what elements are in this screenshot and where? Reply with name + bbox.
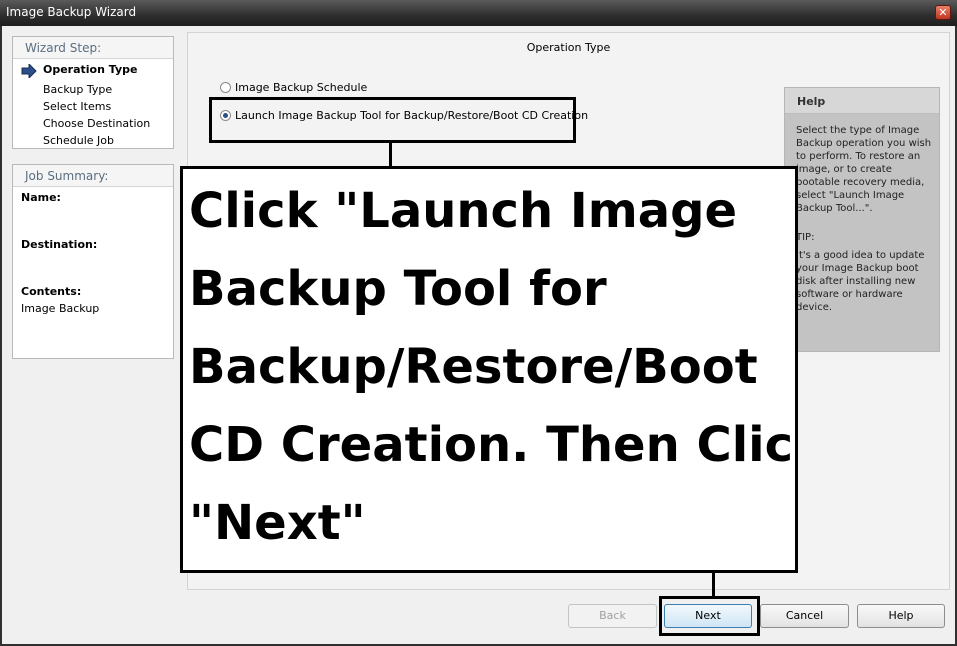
step-operation-type: Operation Type [43, 63, 138, 76]
help-tip-text: It's a good idea to update your Image Ba… [796, 250, 925, 313]
window-title: Image Backup Wizard [6, 5, 137, 19]
title-bar: Image Backup Wizard ✕ [0, 0, 957, 26]
option-image-backup-schedule[interactable]: Image Backup Schedule [220, 81, 367, 94]
job-summary-panel: Job Summary: Name: Destination: Contents… [12, 164, 174, 359]
option-label: Image Backup Schedule [235, 81, 368, 94]
help-button[interactable]: Help [857, 604, 945, 628]
help-text: Select the type of Image Backup operatio… [796, 125, 932, 214]
back-button[interactable]: Back [568, 604, 657, 628]
wizard-step-heading: Wizard Step: [13, 37, 173, 59]
annotation-connector-bottom [712, 573, 715, 597]
step-select-items: Select Items [43, 100, 112, 113]
operation-type-heading: Operation Type [526, 41, 611, 54]
summary-contents-value: Image Backup [21, 302, 100, 315]
annotation-highlight-option [209, 97, 576, 143]
annotation-text: Click "Launch Image Backup Tool for Back… [189, 183, 795, 551]
help-tip-label: TIP: [796, 232, 815, 243]
step-schedule-job: Schedule Job [43, 134, 115, 147]
annotation-callout: Click "Launch Image Backup Tool for Back… [180, 166, 798, 573]
summary-destination-label: Destination: [21, 238, 98, 251]
cancel-button[interactable]: Cancel [760, 604, 849, 628]
close-icon[interactable]: ✕ [935, 5, 951, 20]
radio-image-backup-schedule[interactable] [220, 82, 231, 93]
summary-contents-label: Contents: [21, 285, 82, 298]
help-title: Help [785, 88, 939, 114]
current-step-arrow-icon [21, 64, 37, 78]
help-panel: Help Select the type of Image Backup ope… [784, 87, 940, 352]
wizard-step-panel: Wizard Step: Operation Type Backup Type … [12, 36, 174, 149]
summary-name-label: Name: [21, 191, 61, 204]
annotation-connector-top [389, 143, 392, 167]
step-backup-type: Backup Type [43, 83, 113, 96]
step-choose-destination: Choose Destination [43, 117, 151, 130]
next-button[interactable]: Next [664, 604, 752, 628]
job-summary-heading: Job Summary: [13, 165, 173, 187]
